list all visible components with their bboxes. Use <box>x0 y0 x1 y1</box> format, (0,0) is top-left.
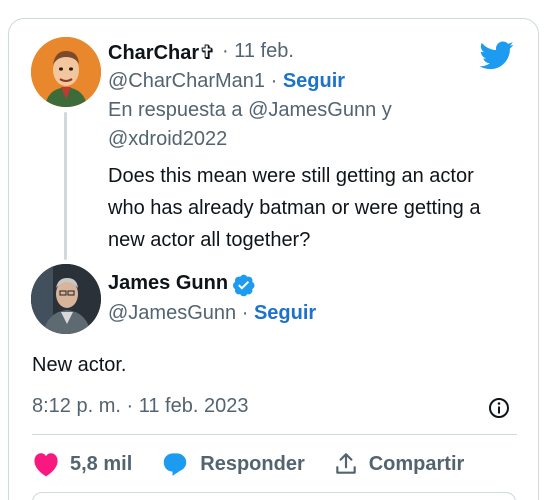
reply-joiner: y <box>381 99 392 121</box>
verified-badge-icon <box>233 274 255 297</box>
avatar-charchar[interactable] <box>31 37 101 107</box>
parent-tweet-text: Does this mean were still getting an act… <box>108 160 480 256</box>
like-count: 5,8 mil <box>70 452 133 475</box>
twitter-bird-icon[interactable] <box>478 38 516 72</box>
separator-dot: · <box>270 70 278 92</box>
avatar-illustration-icon <box>31 37 101 107</box>
share-upload-icon <box>335 453 356 474</box>
reply-mention-jamesgunn[interactable]: @JamesGunn <box>248 99 376 121</box>
parent-tweet-time[interactable]: · 11 feb. <box>222 40 294 63</box>
parent-handle-row: @CharCharMan1 · Seguir <box>108 70 345 93</box>
reply-mention-xdroid[interactable]: @xdroid2022 <box>108 128 227 150</box>
share-label: Compartir <box>368 452 465 475</box>
main-tweet-timestamp[interactable]: 8:12 p. m. · 11 feb. 2023 <box>32 395 248 418</box>
follow-button-charchar[interactable]: Seguir <box>283 70 345 92</box>
separator-dot: · <box>241 302 249 324</box>
heart-icon <box>34 453 58 477</box>
like-button[interactable]: 5,8 mil <box>32 451 132 477</box>
reply-button[interactable]: Responder <box>160 450 305 478</box>
reply-context-line1: En respuesta a @JamesGunn y <box>108 99 392 122</box>
read-replies-button[interactable] <box>32 492 516 500</box>
parent-text-line: new actor all together? <box>108 229 311 251</box>
parent-handle[interactable]: @CharCharMan1 <box>108 70 265 92</box>
reply-label: Responder <box>200 452 305 475</box>
main-handle[interactable]: @JamesGunn <box>108 302 236 324</box>
follow-button-jamesgunn[interactable]: Seguir <box>254 302 316 324</box>
divider <box>32 434 517 435</box>
reply-prefix: En respuesta a <box>108 99 243 121</box>
avatar-photo-icon <box>31 264 101 334</box>
main-tweet-text: New actor. <box>32 354 127 376</box>
tweet-actions-bar: 5,8 mil Responder Compartir <box>32 447 492 481</box>
reply-bubble-icon <box>164 453 187 476</box>
reply-context-line2: @xdroid2022 <box>108 128 227 151</box>
thread-connector-line <box>64 112 67 260</box>
info-icon[interactable] <box>487 396 511 420</box>
parent-author-name[interactable]: CharChar✞ <box>108 40 216 65</box>
main-author-name[interactable]: James Gunn <box>108 272 228 295</box>
parent-text-line: Does this mean were still getting an act… <box>108 165 474 187</box>
parent-text-line: who has already batman or were getting a <box>108 197 481 219</box>
share-button[interactable]: Compartir <box>333 451 465 477</box>
main-handle-row: @JamesGunn · Seguir <box>108 302 316 325</box>
avatar-jamesgunn[interactable] <box>31 264 101 334</box>
